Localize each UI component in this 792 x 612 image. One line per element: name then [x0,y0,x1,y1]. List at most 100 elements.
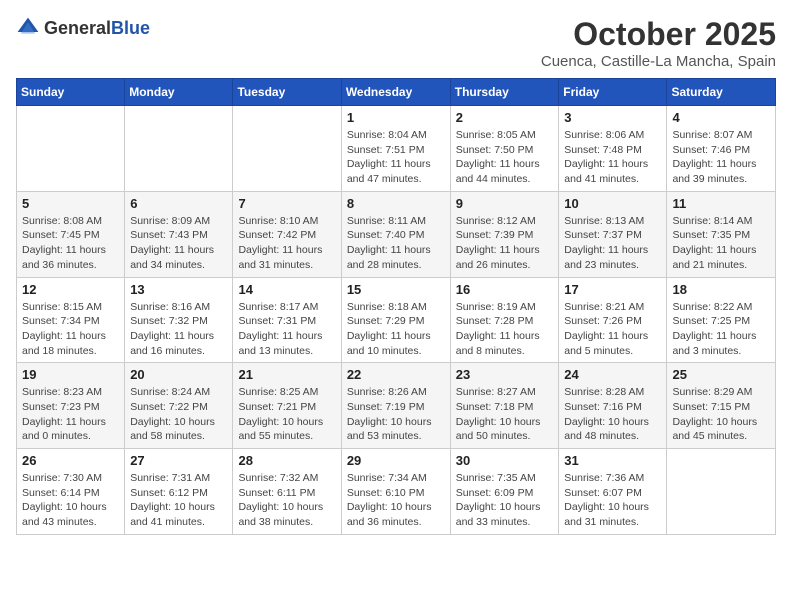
day-info: Sunrise: 8:04 AM Sunset: 7:51 PM Dayligh… [347,128,445,187]
calendar-cell [17,106,125,192]
day-number: 18 [672,282,770,297]
day-info: Sunrise: 8:18 AM Sunset: 7:29 PM Dayligh… [347,300,445,359]
calendar-week-3: 12Sunrise: 8:15 AM Sunset: 7:34 PM Dayli… [17,277,776,363]
day-info: Sunrise: 7:32 AM Sunset: 6:11 PM Dayligh… [238,471,335,530]
day-number: 23 [456,367,554,382]
day-info: Sunrise: 7:35 AM Sunset: 6:09 PM Dayligh… [456,471,554,530]
calendar-cell: 3Sunrise: 8:06 AM Sunset: 7:48 PM Daylig… [559,106,667,192]
day-number: 12 [22,282,119,297]
day-number: 21 [238,367,335,382]
calendar-week-2: 5 Sunrise: 8:08 AM Sunset: 7:45 PM Daylig… [17,191,776,277]
calendar-cell: 4 Sunrise: 8:07 AM Sunset: 7:46 PM Daylig… [667,106,776,192]
weekday-header-tuesday: Tuesday [233,79,341,106]
calendar-cell: 27 Sunrise: 7:31 AM Sunset: 6:12 PM Dayli… [125,449,233,535]
day-info: Sunrise: 8:17 AM Sunset: 7:31 PM Dayligh… [238,300,335,359]
weekday-header-friday: Friday [559,79,667,106]
day-info: Sunrise: 8:27 AM Sunset: 7:18 PM Dayligh… [456,385,554,444]
weekday-header-thursday: Thursday [450,79,559,106]
month-title: October 2025 [541,16,776,53]
day-info: Sunrise: 8:24 AM Sunset: 7:22 PM Dayligh… [130,385,227,444]
calendar-cell: 8Sunrise: 8:11 AM Sunset: 7:40 PM Daylig… [341,191,450,277]
calendar-cell: 1Sunrise: 8:04 AM Sunset: 7:51 PM Daylig… [341,106,450,192]
day-number: 20 [130,367,227,382]
logo-blue: Blue [111,18,150,38]
calendar-cell [233,106,341,192]
day-number: 16 [456,282,554,297]
day-info: Sunrise: 8:25 AM Sunset: 7:21 PM Dayligh… [238,385,335,444]
day-number: 29 [347,453,445,468]
calendar-cell: 16 Sunrise: 8:19 AM Sunset: 7:28 PM Dayli… [450,277,559,363]
day-number: 6 [130,196,227,211]
day-info: Sunrise: 8:29 AM Sunset: 7:15 PM Dayligh… [672,385,770,444]
day-number: 13 [130,282,227,297]
day-number: 8 [347,196,445,211]
calendar-cell: 11 Sunrise: 8:14 AM Sunset: 7:35 PM Dayli… [667,191,776,277]
day-info: Sunrise: 8:26 AM Sunset: 7:19 PM Dayligh… [347,385,445,444]
calendar-cell: 29 Sunrise: 7:34 AM Sunset: 6:10 PM Dayli… [341,449,450,535]
day-number: 31 [564,453,661,468]
calendar-cell: 7Sunrise: 8:10 AM Sunset: 7:42 PM Daylig… [233,191,341,277]
day-info: Sunrise: 8:14 AM Sunset: 7:35 PM Dayligh… [672,214,770,273]
calendar-cell: 30 Sunrise: 7:35 AM Sunset: 6:09 PM Dayli… [450,449,559,535]
calendar-cell [125,106,233,192]
day-number: 4 [672,110,770,125]
day-info: Sunrise: 8:09 AM Sunset: 7:43 PM Dayligh… [130,214,227,273]
day-number: 22 [347,367,445,382]
calendar-cell: 5 Sunrise: 8:08 AM Sunset: 7:45 PM Daylig… [17,191,125,277]
calendar-cell: 23 Sunrise: 8:27 AM Sunset: 7:18 PM Dayli… [450,363,559,449]
day-number: 26 [22,453,119,468]
day-number: 28 [238,453,335,468]
calendar-table: SundayMondayTuesdayWednesdayThursdayFrid… [16,78,776,535]
day-info: Sunrise: 8:12 AM Sunset: 7:39 PM Dayligh… [456,214,554,273]
calendar-week-1: 1Sunrise: 8:04 AM Sunset: 7:51 PM Daylig… [17,106,776,192]
day-info: Sunrise: 7:30 AM Sunset: 6:14 PM Dayligh… [22,471,119,530]
calendar-cell: 13 Sunrise: 8:16 AM Sunset: 7:32 PM Dayli… [125,277,233,363]
day-info: Sunrise: 8:23 AM Sunset: 7:23 PM Dayligh… [22,385,119,444]
day-number: 14 [238,282,335,297]
calendar-cell: 19Sunrise: 8:23 AM Sunset: 7:23 PM Dayli… [17,363,125,449]
day-info: Sunrise: 8:19 AM Sunset: 7:28 PM Dayligh… [456,300,554,359]
day-info: Sunrise: 7:34 AM Sunset: 6:10 PM Dayligh… [347,471,445,530]
calendar-cell [667,449,776,535]
day-number: 11 [672,196,770,211]
calendar-cell: 10Sunrise: 8:13 AM Sunset: 7:37 PM Dayli… [559,191,667,277]
calendar-cell: 17 Sunrise: 8:21 AM Sunset: 7:26 PM Dayli… [559,277,667,363]
calendar-cell: 9 Sunrise: 8:12 AM Sunset: 7:39 PM Daylig… [450,191,559,277]
calendar-cell: 24 Sunrise: 8:28 AM Sunset: 7:16 PM Dayli… [559,363,667,449]
day-info: Sunrise: 8:10 AM Sunset: 7:42 PM Dayligh… [238,214,335,273]
calendar-week-5: 26 Sunrise: 7:30 AM Sunset: 6:14 PM Dayli… [17,449,776,535]
day-info: Sunrise: 8:13 AM Sunset: 7:37 PM Dayligh… [564,214,661,273]
calendar-cell: 20 Sunrise: 8:24 AM Sunset: 7:22 PM Dayli… [125,363,233,449]
day-info: Sunrise: 8:08 AM Sunset: 7:45 PM Dayligh… [22,214,119,273]
day-number: 2 [456,110,554,125]
calendar-week-4: 19Sunrise: 8:23 AM Sunset: 7:23 PM Dayli… [17,363,776,449]
day-number: 17 [564,282,661,297]
day-number: 5 [22,196,119,211]
day-info: Sunrise: 8:05 AM Sunset: 7:50 PM Dayligh… [456,128,554,187]
day-info: Sunrise: 8:22 AM Sunset: 7:25 PM Dayligh… [672,300,770,359]
logo-general: General [44,18,111,38]
day-number: 30 [456,453,554,468]
calendar-cell: 15 Sunrise: 8:18 AM Sunset: 7:29 PM Dayli… [341,277,450,363]
weekday-header-saturday: Saturday [667,79,776,106]
day-number: 24 [564,367,661,382]
day-info: Sunrise: 8:06 AM Sunset: 7:48 PM Dayligh… [564,128,661,187]
day-number: 25 [672,367,770,382]
weekday-header-wednesday: Wednesday [341,79,450,106]
day-info: Sunrise: 8:16 AM Sunset: 7:32 PM Dayligh… [130,300,227,359]
weekday-header-sunday: Sunday [17,79,125,106]
day-info: Sunrise: 8:07 AM Sunset: 7:46 PM Dayligh… [672,128,770,187]
day-info: Sunrise: 8:21 AM Sunset: 7:26 PM Dayligh… [564,300,661,359]
weekday-header-row: SundayMondayTuesdayWednesdayThursdayFrid… [17,79,776,106]
calendar-cell: 12Sunrise: 8:15 AM Sunset: 7:34 PM Dayli… [17,277,125,363]
calendar-cell: 22 Sunrise: 8:26 AM Sunset: 7:19 PM Dayli… [341,363,450,449]
day-info: Sunrise: 8:28 AM Sunset: 7:16 PM Dayligh… [564,385,661,444]
day-info: Sunrise: 7:31 AM Sunset: 6:12 PM Dayligh… [130,471,227,530]
day-number: 9 [456,196,554,211]
calendar-cell: 26 Sunrise: 7:30 AM Sunset: 6:14 PM Dayli… [17,449,125,535]
day-number: 27 [130,453,227,468]
location-subtitle: Cuenca, Castille-La Mancha, Spain [541,53,776,70]
day-number: 15 [347,282,445,297]
calendar-cell: 21 Sunrise: 8:25 AM Sunset: 7:21 PM Dayli… [233,363,341,449]
weekday-header-monday: Monday [125,79,233,106]
